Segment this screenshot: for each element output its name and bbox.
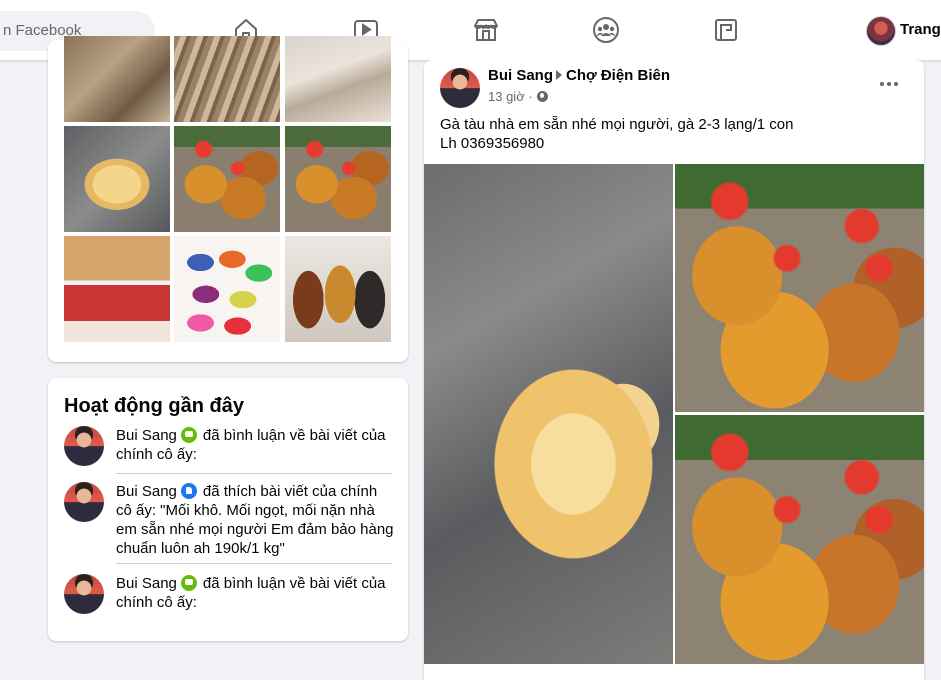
- photo-thumbnail[interactable]: [64, 36, 170, 122]
- activity-item[interactable]: Bui Sang đã bình luận về bài viết của chí…: [64, 426, 392, 466]
- gaming-icon[interactable]: [712, 16, 740, 44]
- like-icon: [180, 483, 197, 499]
- divider: [116, 473, 392, 474]
- activity-author[interactable]: Bui Sang: [116, 483, 177, 500]
- photos-card: [48, 36, 408, 362]
- profile-name: Trang: [900, 21, 941, 38]
- dot: [887, 82, 891, 86]
- photo-thumbnail[interactable]: [64, 126, 170, 232]
- dot: [880, 82, 884, 86]
- comment-icon: [180, 427, 197, 443]
- photo-thumbnail[interactable]: [64, 236, 170, 342]
- post-time-text[interactable]: 13 giờ: [488, 89, 525, 104]
- photo-thumbnail[interactable]: [285, 36, 391, 122]
- activity-author[interactable]: Bui Sang: [116, 575, 177, 592]
- photo-thumbnail[interactable]: [285, 236, 391, 342]
- recent-activity-card: Hoạt động gần đây Bui Sang đã bình luận v…: [48, 378, 408, 641]
- comment-icon: [180, 575, 197, 591]
- avatar: [64, 574, 104, 614]
- marketplace-icon[interactable]: [472, 16, 500, 44]
- post-group[interactable]: Chợ Điện Biên: [566, 67, 670, 84]
- post-text-line: Gà tàu nhà em sẵn nhé mọi người, gà 2-3 …: [440, 116, 794, 133]
- activity-author[interactable]: Bui Sang: [116, 427, 177, 444]
- post-text: Gà tàu nhà em sẵn nhé mọi người, gà 2-3 …: [440, 115, 910, 153]
- post-photo-chick[interactable]: [424, 164, 673, 664]
- activity-text: Bui Sang đã thích bài viết của chính cô ấ…: [116, 482, 396, 558]
- more-options-button[interactable]: [874, 72, 906, 96]
- activity-item[interactable]: Bui Sang đã bình luận về bài viết của chí…: [64, 574, 392, 614]
- post-photo-roosters[interactable]: [675, 164, 924, 412]
- post-author[interactable]: Bui Sang: [488, 67, 553, 84]
- recent-activity-title: Hoạt động gần đây: [64, 395, 244, 417]
- post-header: Bui Sang Chợ Điện Biên: [488, 67, 670, 84]
- photo-thumbnail[interactable]: [285, 126, 391, 232]
- avatar: [866, 16, 896, 46]
- post-card: Bui Sang Chợ Điện Biên 13 giờ · Gà tàu nh…: [424, 60, 924, 680]
- photo-thumbnail[interactable]: [174, 126, 280, 232]
- triangle-right-icon: [556, 70, 563, 80]
- post-text-line: Lh 0369356980: [440, 135, 545, 152]
- activity-item[interactable]: Bui Sang đã thích bài viết của chính cô ấ…: [64, 482, 394, 562]
- avatar: [64, 482, 104, 522]
- photo-thumbnail[interactable]: [174, 36, 280, 122]
- post-timestamp: 13 giờ ·: [488, 89, 548, 104]
- groups-icon[interactable]: [592, 16, 620, 44]
- post-photo-roosters[interactable]: [675, 415, 924, 664]
- globe-icon: [536, 91, 548, 102]
- profile-shortcut[interactable]: Trang: [862, 12, 941, 48]
- avatar: [64, 426, 104, 466]
- avatar[interactable]: [440, 68, 480, 108]
- activity-text: Bui Sang đã bình luận về bài viết của chí…: [116, 426, 396, 464]
- divider: [116, 563, 392, 564]
- photo-thumbnail[interactable]: [174, 236, 280, 342]
- dot: [894, 82, 898, 86]
- activity-text: Bui Sang đã bình luận về bài viết của chí…: [116, 574, 396, 612]
